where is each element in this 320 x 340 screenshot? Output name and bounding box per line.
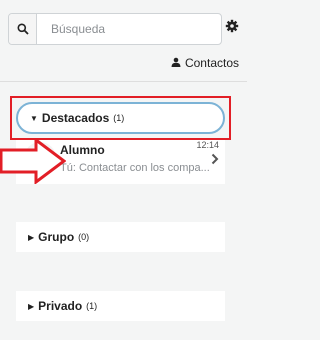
user-icon: [171, 56, 181, 70]
conversation-name: Alumno: [60, 143, 105, 157]
caret-right-icon: ▶: [28, 301, 35, 311]
gear-icon[interactable]: [225, 19, 239, 38]
section-label: Privado: [38, 299, 83, 313]
contacts-link[interactable]: Contactos: [171, 56, 239, 70]
arrow-icon: [0, 138, 66, 184]
contacts-label: Contactos: [184, 56, 239, 70]
caret-down-icon: ▼: [30, 113, 38, 123]
section-count: (1): [113, 113, 125, 123]
section-grupo[interactable]: ▶ Grupo (0): [16, 222, 225, 252]
section-label: Destacados: [41, 111, 110, 125]
chevron-right-icon[interactable]: [211, 152, 219, 170]
section-count: (0): [78, 232, 90, 242]
section-count: (1): [86, 301, 98, 311]
header-divider: [0, 81, 247, 82]
conversation-preview: Tú: Contactar con los compa...: [60, 162, 210, 174]
conversation-time: 12:14: [196, 140, 219, 150]
search-icon[interactable]: [9, 14, 37, 44]
search-input[interactable]: [37, 14, 221, 44]
search-box[interactable]: [8, 13, 222, 45]
section-destacados[interactable]: ▼ Destacados (1): [16, 102, 225, 134]
section-label: Grupo: [38, 230, 75, 244]
section-privado[interactable]: ▶ Privado (1): [16, 291, 225, 321]
caret-right-icon: ▶: [28, 232, 35, 242]
